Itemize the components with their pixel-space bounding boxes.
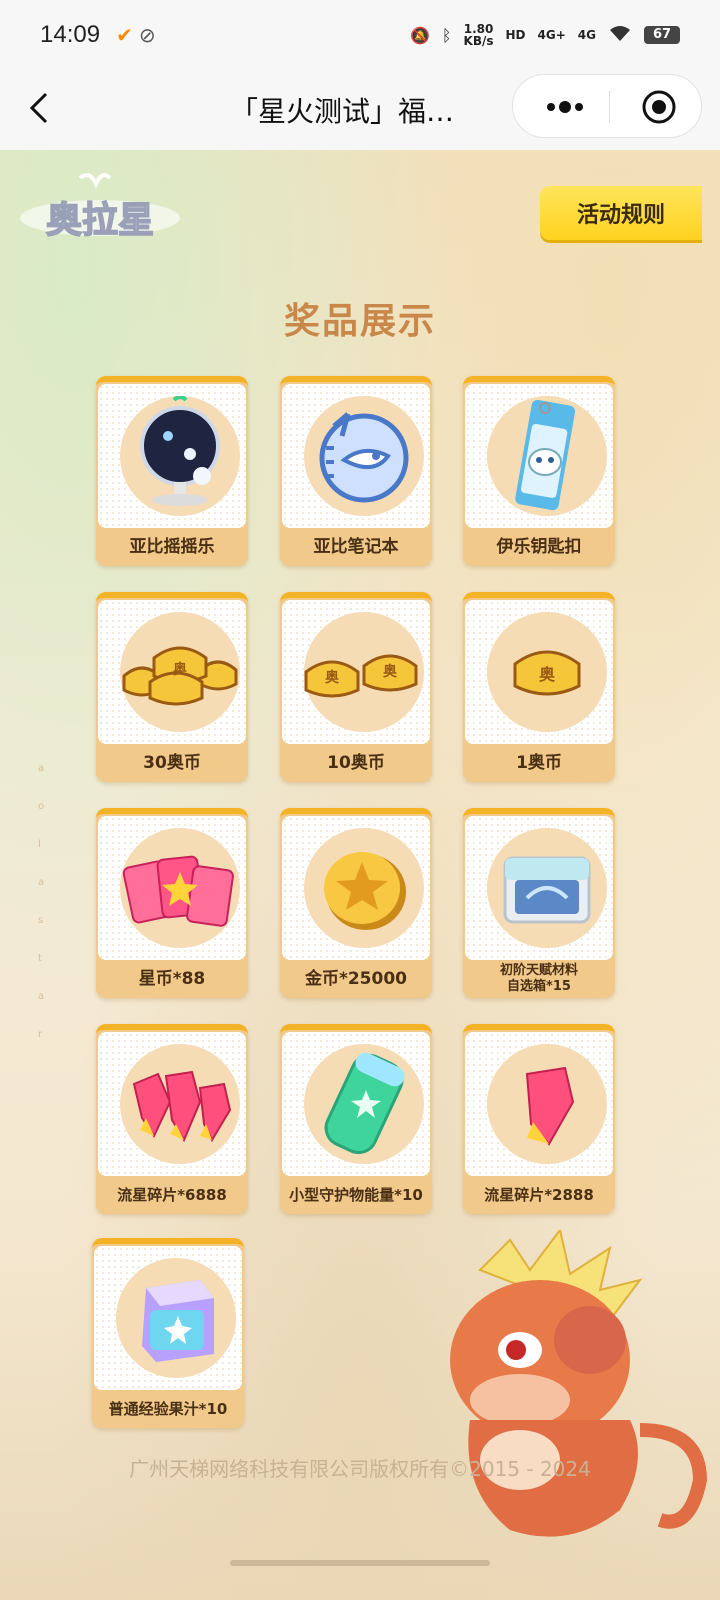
prize-label: 流星碎片*6888 bbox=[117, 1186, 227, 1204]
prize-label: 小型守护物能量*10 bbox=[289, 1186, 423, 1204]
coin-pair-icon: 奥 奥 bbox=[304, 654, 418, 698]
prize-label: 普通经验果汁*10 bbox=[108, 1400, 228, 1418]
page-content: 奥拉星 活动规则 奖品展示 aolastar 亚比摇摇乐 亚比笔记本 伊乐钥匙扣… bbox=[0, 150, 720, 1600]
prize-label: 流星碎片*2888 bbox=[484, 1186, 594, 1204]
signal-4gplus-icon: 4G+ bbox=[537, 28, 566, 42]
prize-label: 1奥币 bbox=[516, 753, 562, 773]
more-button[interactable] bbox=[541, 95, 611, 119]
sync-icon: ⊘ bbox=[138, 23, 156, 47]
prize-card: 奥 1奥币 bbox=[463, 592, 615, 782]
keychain-icon bbox=[515, 399, 576, 511]
nav-bar: 「星火测试」福… bbox=[0, 70, 720, 150]
status-time: 14:09 bbox=[40, 21, 101, 48]
prize-card: 流星碎片*6888 bbox=[96, 1024, 248, 1214]
mute-icon: 🔕 bbox=[410, 25, 430, 45]
mascot-illustration bbox=[450, 1230, 708, 1537]
bluetooth-icon: ᛒ bbox=[441, 25, 452, 45]
app-notification-icon: ✔ bbox=[116, 23, 133, 47]
capsule-divider bbox=[609, 91, 610, 123]
coin-icon: 奥 bbox=[513, 650, 581, 696]
network-speed: 1.80 KB/s bbox=[464, 23, 494, 47]
more-dots-icon bbox=[547, 101, 583, 113]
prize-card: 普通经验果汁*10 bbox=[92, 1238, 244, 1428]
prize-card: 奥 奥 10奥币 bbox=[280, 592, 432, 782]
prize-card: 流星碎片*2888 bbox=[463, 1024, 615, 1214]
svg-text:奥: 奥 bbox=[173, 661, 188, 678]
prize-label: 初阶天赋材料 自选箱*15 bbox=[499, 963, 578, 994]
svg-text:奥: 奥 bbox=[383, 663, 398, 680]
chest-icon bbox=[503, 856, 591, 924]
prize-label: 星币*88 bbox=[138, 969, 206, 989]
prize-card: 亚比摇摇乐 bbox=[96, 376, 248, 566]
mini-program-capsule bbox=[512, 74, 702, 138]
prize-label: 30奥币 bbox=[143, 753, 201, 773]
page-title: 「星火测试」福… bbox=[230, 95, 455, 128]
decorative-letters: aolastar bbox=[38, 763, 45, 1040]
prize-label: 亚比摇摇乐 bbox=[129, 537, 215, 557]
prize-label: 金币*25000 bbox=[304, 969, 408, 989]
prize-card: 亚比笔记本 bbox=[280, 376, 432, 566]
coin-stack-icon: 奥 bbox=[122, 646, 238, 706]
copyright-footer: 广州天梯网络科技有限公司版权所有©2015 - 2024 bbox=[129, 1457, 591, 1481]
wifi-icon bbox=[608, 24, 632, 46]
snow-globe-icon bbox=[140, 396, 220, 506]
svg-text:奥: 奥 bbox=[539, 665, 556, 684]
svg-text:奥: 奥 bbox=[325, 669, 340, 686]
hd-badge: HD bbox=[505, 28, 526, 42]
activity-rules-button[interactable]: 活动规则 bbox=[540, 186, 702, 240]
section-title: 奖品展示 bbox=[283, 301, 436, 342]
signal-4g-icon: 4G bbox=[577, 28, 596, 42]
crystal-shard-icon bbox=[525, 1066, 575, 1146]
close-miniprogram-button[interactable] bbox=[641, 89, 677, 125]
prize-label: 10奥币 bbox=[327, 753, 385, 773]
speed-unit: KB/s bbox=[463, 34, 494, 48]
aola-star-logo: 奥拉星 bbox=[20, 173, 180, 242]
status-indicators: 🔕 ᛒ 1.80 KB/s HD 4G+ 4G 67 bbox=[410, 23, 680, 47]
prize-card: 伊乐钥匙扣 bbox=[463, 376, 615, 566]
chevron-left-icon bbox=[29, 92, 48, 124]
prize-label: 伊乐钥匙扣 bbox=[496, 537, 582, 557]
target-icon bbox=[642, 90, 676, 124]
crystal-shards-icon bbox=[132, 1070, 232, 1143]
prize-card: 金币*25000 bbox=[280, 808, 432, 998]
star-card-icon bbox=[122, 855, 234, 927]
prize-card: 小型守护物能量*10 bbox=[280, 1024, 432, 1214]
prize-card: 星币*88 bbox=[96, 808, 248, 998]
prize-card: 奥 30奥币 bbox=[96, 592, 248, 782]
back-button[interactable] bbox=[26, 88, 56, 128]
notification-icons: ✔ ⊘ bbox=[116, 23, 156, 47]
home-indicator[interactable] bbox=[230, 1560, 490, 1566]
gold-coin-icon bbox=[324, 852, 406, 930]
status-bar: 14:09 ✔ ⊘ 🔕 ᛒ 1.80 KB/s HD 4G+ 4G 67 bbox=[0, 0, 720, 70]
juice-box-icon bbox=[142, 1280, 214, 1362]
svg-text:奥拉星: 奥拉星 bbox=[46, 200, 154, 241]
prize-card: 初阶天赋材料 自选箱*15 bbox=[463, 808, 615, 998]
battery-icon: 67 bbox=[644, 26, 680, 44]
notebook-icon bbox=[319, 412, 409, 503]
prize-label: 亚比笔记本 bbox=[313, 537, 399, 557]
battery-icon bbox=[324, 1052, 405, 1155]
